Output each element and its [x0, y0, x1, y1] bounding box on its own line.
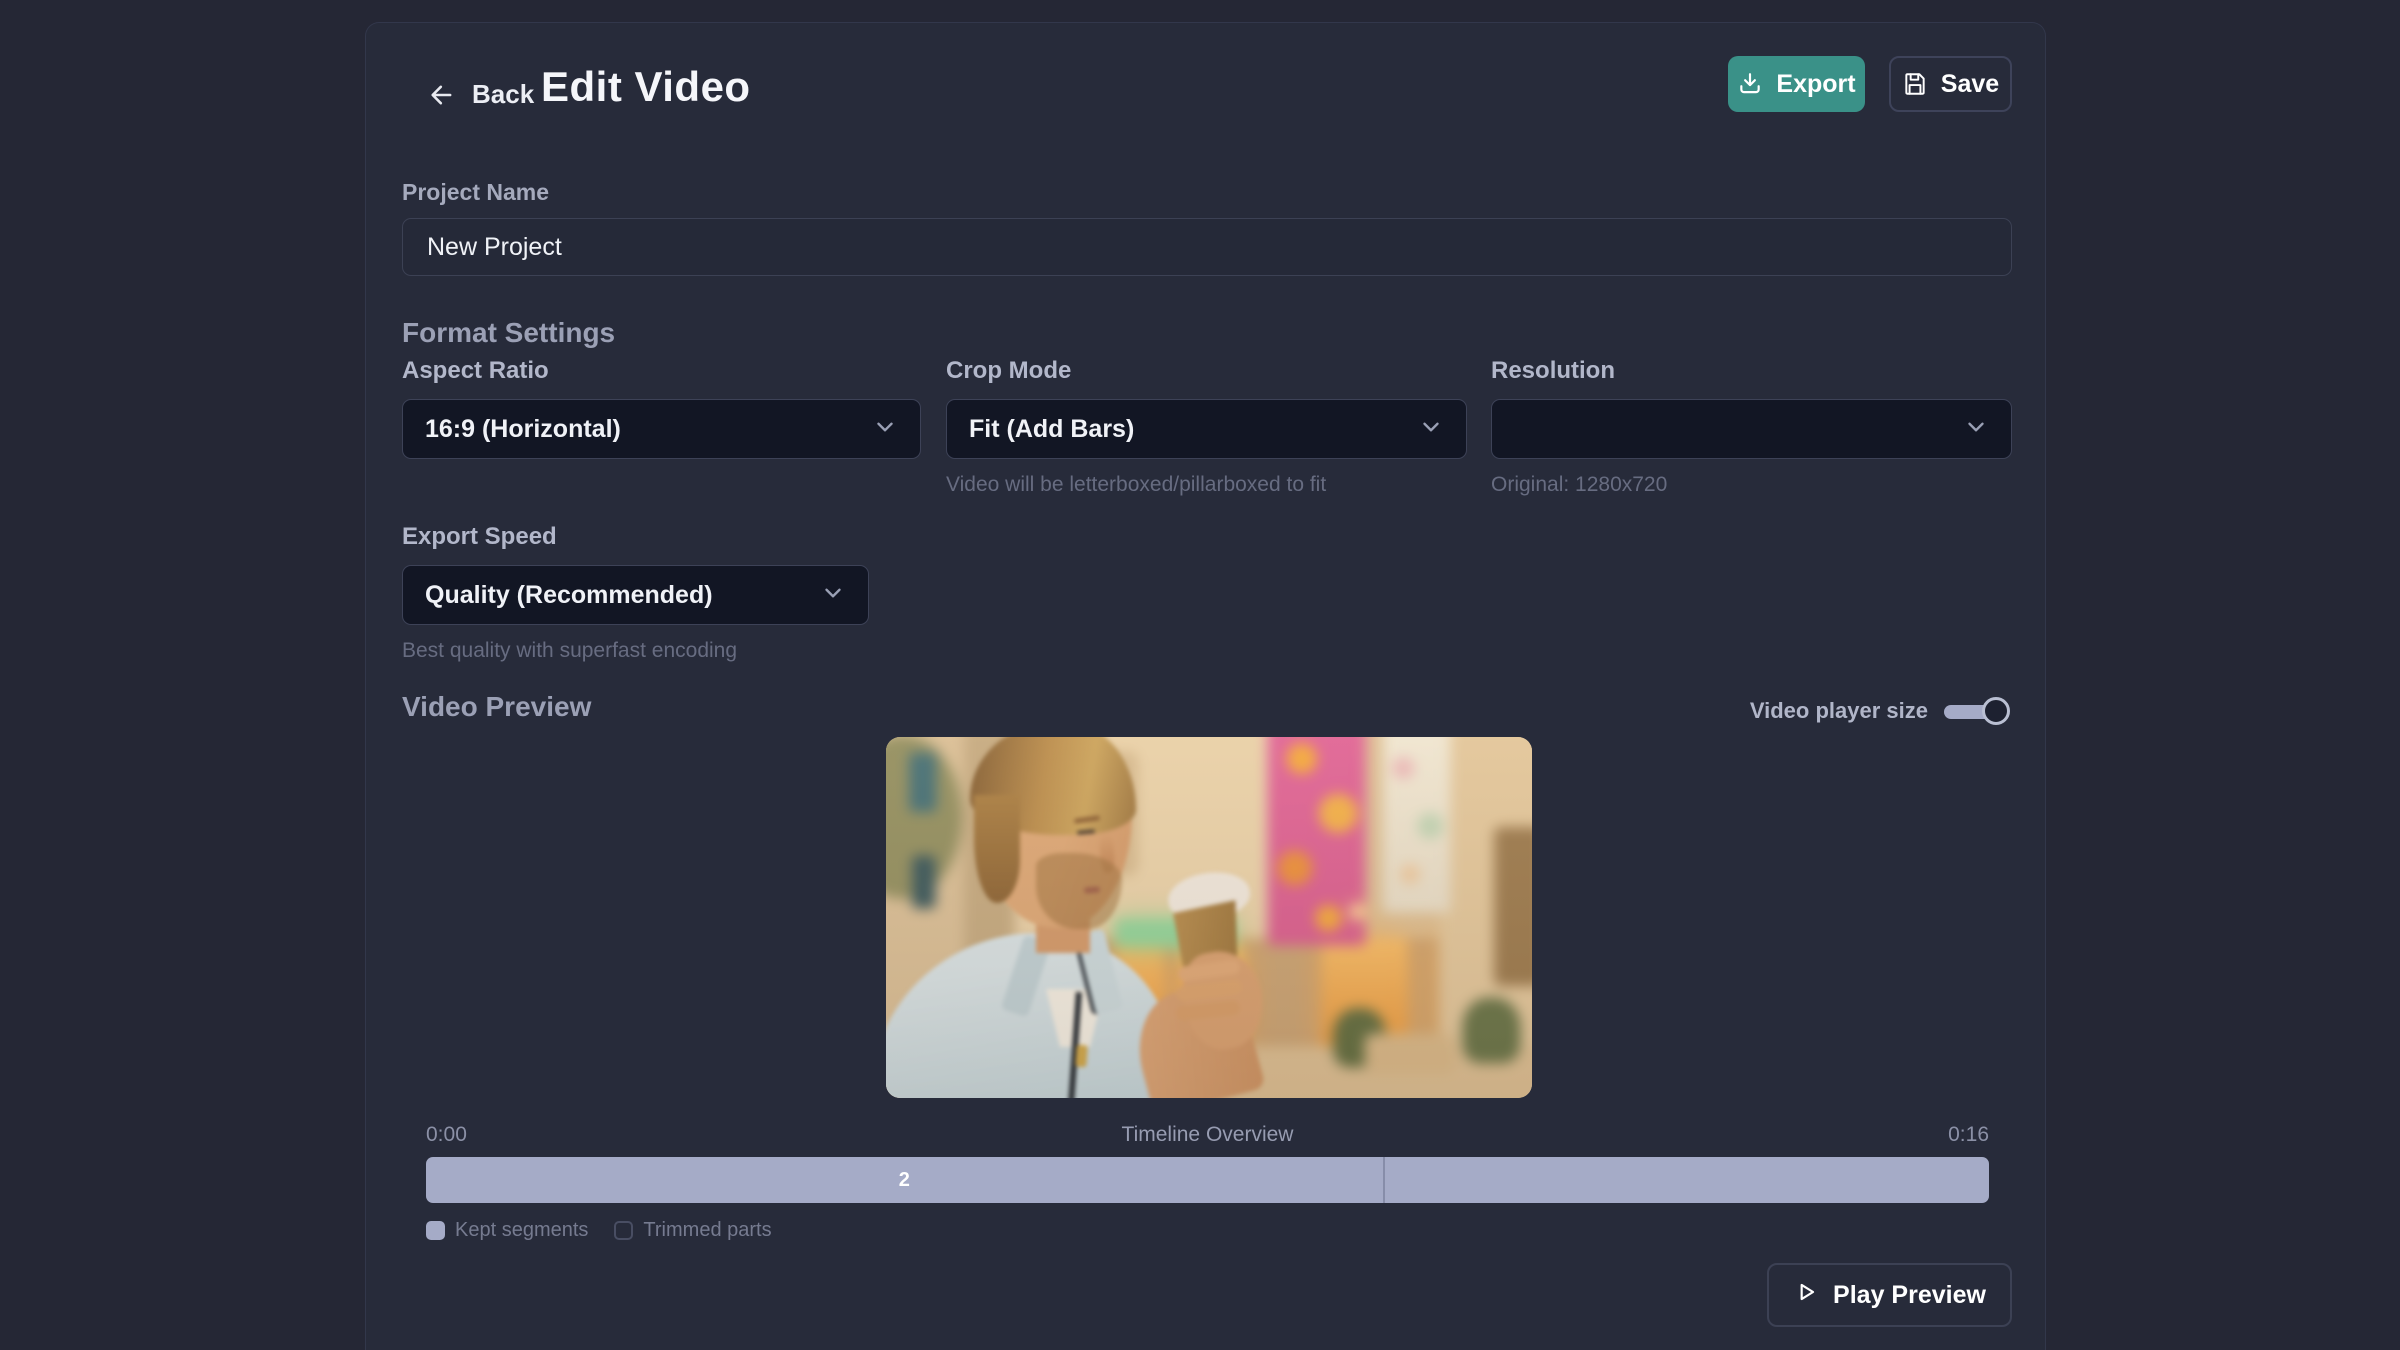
- chevron-down-icon: [872, 414, 898, 445]
- resolution-helper: Original: 1280x720: [1491, 473, 2012, 497]
- legend-trimmed: Trimmed parts: [614, 1219, 771, 1242]
- kept-segments-label: Kept segments: [455, 1219, 588, 1242]
- arrow-left-icon: [428, 81, 456, 109]
- trimmed-parts-swatch: [614, 1221, 633, 1240]
- save-button[interactable]: Save: [1889, 56, 2012, 112]
- timeline-segment[interactable]: [1383, 1157, 1989, 1203]
- download-icon: [1737, 71, 1763, 97]
- export-speed-helper: Best quality with superfast encoding: [402, 639, 869, 663]
- slider-knob[interactable]: [1982, 697, 2010, 725]
- play-preview-button[interactable]: Play Preview: [1767, 1263, 2012, 1327]
- export-button[interactable]: Export: [1728, 56, 1865, 112]
- resolution-field: Resolution Original: 1280x720: [1491, 357, 2012, 497]
- resolution-label: Resolution: [1491, 357, 2012, 385]
- crop-mode-field: Crop Mode Fit (Add Bars) Video will be l…: [946, 357, 1467, 497]
- aspect-ratio-select[interactable]: 16:9 (Horizontal): [402, 399, 921, 459]
- player-size-label: Video player size: [1750, 698, 1928, 724]
- back-button[interactable]: Back: [428, 79, 534, 110]
- page-title: Edit Video: [541, 63, 751, 111]
- aspect-ratio-value: 16:9 (Horizontal): [425, 415, 621, 444]
- play-icon: [1793, 1279, 1819, 1312]
- play-preview-label: Play Preview: [1833, 1281, 1986, 1310]
- format-settings-title: Format Settings: [402, 317, 615, 349]
- export-speed-select[interactable]: Quality (Recommended): [402, 565, 869, 625]
- chevron-down-icon: [1963, 414, 1989, 445]
- project-name-input[interactable]: [402, 218, 2012, 276]
- resolution-select[interactable]: [1491, 399, 2012, 459]
- timeline-title: Timeline Overview: [1122, 1123, 1294, 1147]
- aspect-ratio-field: Aspect Ratio 16:9 (Horizontal): [402, 357, 921, 459]
- video-preview-frame[interactable]: [886, 737, 1532, 1098]
- edit-video-panel: Back Edit Video Export Save Project Name…: [365, 22, 2046, 1350]
- timeline-legend: Kept segments Trimmed parts: [426, 1219, 772, 1242]
- crop-mode-label: Crop Mode: [946, 357, 1467, 385]
- crop-mode-value: Fit (Add Bars): [969, 415, 1134, 444]
- timeline-bar[interactable]: 2: [426, 1157, 1989, 1203]
- save-label: Save: [1941, 70, 1999, 99]
- timeline-end-time: 0:16: [1948, 1123, 1989, 1147]
- timeline-start-time: 0:00: [426, 1123, 467, 1147]
- aspect-ratio-label: Aspect Ratio: [402, 357, 921, 385]
- timeline-segment[interactable]: 2: [426, 1157, 1383, 1203]
- video-preview-title: Video Preview: [402, 691, 591, 723]
- timeline-labels: 0:00 Timeline Overview 0:16: [426, 1123, 1989, 1147]
- player-size-slider[interactable]: [1944, 697, 2010, 725]
- export-speed-value: Quality (Recommended): [425, 581, 713, 610]
- chevron-down-icon: [1418, 414, 1444, 445]
- project-name-label: Project Name: [402, 179, 549, 206]
- floppy-disk-icon: [1902, 71, 1928, 97]
- crop-mode-helper: Video will be letterboxed/pillarboxed to…: [946, 473, 1467, 497]
- page-background: Back Edit Video Export Save Project Name…: [0, 0, 2400, 1350]
- export-label: Export: [1776, 70, 1855, 99]
- back-label: Back: [472, 79, 534, 110]
- kept-segments-swatch: [426, 1221, 445, 1240]
- player-size-control: Video player size: [1750, 691, 2010, 731]
- export-speed-label: Export Speed: [402, 523, 869, 551]
- legend-kept: Kept segments: [426, 1219, 588, 1242]
- trimmed-parts-label: Trimmed parts: [643, 1219, 771, 1242]
- crop-mode-select[interactable]: Fit (Add Bars): [946, 399, 1467, 459]
- chevron-down-icon: [820, 580, 846, 611]
- export-speed-field: Export Speed Quality (Recommended) Best …: [402, 523, 869, 663]
